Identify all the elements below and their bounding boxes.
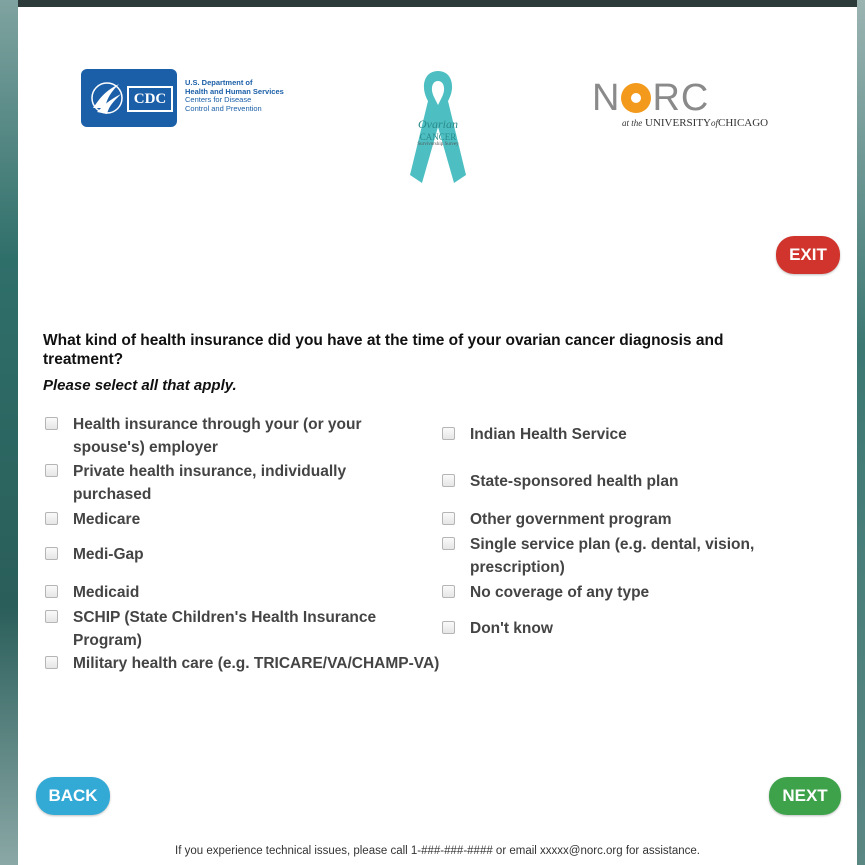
checkbox[interactable] (45, 547, 58, 560)
checkbox[interactable] (442, 512, 455, 525)
norc-n: N (592, 77, 621, 119)
exit-button[interactable]: EXIT (776, 236, 840, 274)
hhs-eagle-icon (91, 82, 123, 114)
hhs-line-4: Control and Prevention (185, 103, 262, 113)
checkbox[interactable] (442, 427, 455, 440)
option-label: Military health care (e.g. TRICARE/VA/CH… (73, 655, 440, 672)
checkbox[interactable] (442, 474, 455, 487)
footer-help-text: If you experience technical issues, plea… (175, 845, 700, 857)
checkbox[interactable] (45, 656, 58, 669)
option-label: SCHIP (State Children's Health Insurance… (73, 609, 377, 649)
ovarian-cancer-survey-logo: Ovarian CANCER Survivorship Survey (388, 65, 488, 190)
checkbox[interactable] (45, 610, 58, 623)
cdc-abbr: CDC (127, 86, 173, 112)
checkbox[interactable] (45, 585, 58, 598)
background-right-edge (857, 0, 865, 865)
checkbox[interactable] (442, 621, 455, 634)
option-label: Medi-Gap (73, 546, 144, 563)
survey-panel: CDC U.S. Department of Health and Human … (18, 7, 857, 865)
survey-logo-line-3: Survivorship Survey (417, 142, 459, 147)
option-label: No coverage of any type (470, 584, 650, 601)
option-label: Other government program (470, 511, 672, 528)
norc-subtitle: at the UNIVERSITYofCHICAGO (622, 117, 769, 129)
cdc-logo: CDC U.S. Department of Health and Human … (81, 69, 311, 131)
next-button[interactable]: NEXT (769, 777, 841, 815)
question-text: What kind of health insurance did you ha… (43, 332, 724, 368)
checkbox[interactable] (45, 512, 58, 525)
option-label: Single service plan (e.g. dental, vision… (470, 536, 755, 576)
hhs-text: U.S. Department of Health and Human Serv… (185, 78, 315, 113)
window-top-border (0, 0, 865, 7)
background-left-edge (0, 0, 18, 865)
norc-logo: N RC at the UNIVERSITYofCHICAGO (592, 79, 802, 139)
option-label: State-sponsored health plan (470, 473, 679, 490)
option-label: Don't know (470, 620, 553, 637)
option-label: Indian Health Service (470, 426, 627, 443)
survey-logo-text: Ovarian CANCER Survivorship Survey (388, 117, 488, 147)
option-label: Health insurance through your (or your s… (73, 416, 362, 456)
checkbox[interactable] (45, 417, 58, 430)
norc-o-icon (621, 83, 652, 113)
option-label: Medicare (73, 511, 141, 528)
cdc-logo-box: CDC (81, 69, 177, 127)
norc-rc: RC (652, 77, 710, 119)
survey-logo-line-1: Ovarian (418, 117, 458, 131)
checkbox[interactable] (45, 464, 58, 477)
norc-wordmark: N RC (592, 79, 802, 117)
survey-logo-line-2: CANCER (419, 132, 457, 142)
back-button[interactable]: BACK (36, 777, 110, 815)
checkbox[interactable] (442, 585, 455, 598)
checkbox[interactable] (442, 537, 455, 550)
option-label: Medicaid (73, 584, 140, 601)
option-label: Private health insurance, individually p… (73, 463, 347, 503)
instruction-text: Please select all that apply. (43, 377, 237, 394)
